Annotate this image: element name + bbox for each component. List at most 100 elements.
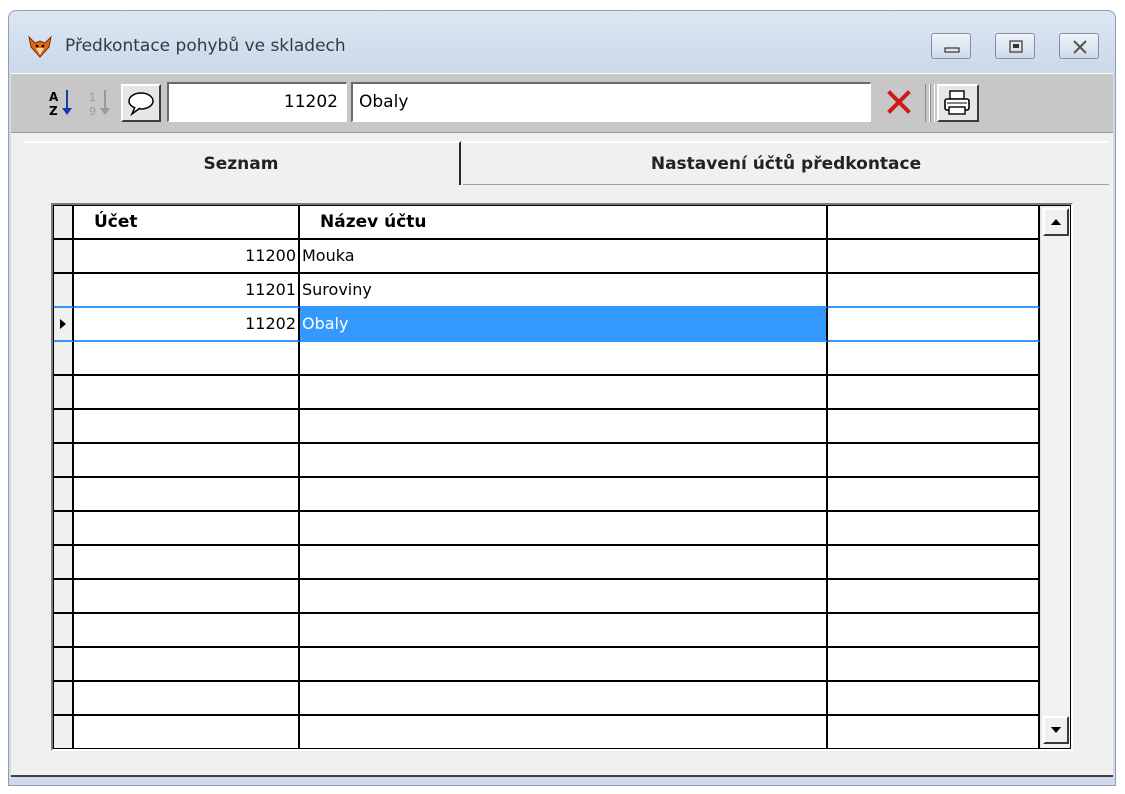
empty-cell[interactable] <box>828 444 1040 478</box>
scroll-up-button[interactable] <box>1043 208 1069 236</box>
table-row-empty[interactable] <box>54 580 1040 614</box>
empty-cell[interactable] <box>74 614 300 648</box>
empty-cell[interactable] <box>300 376 828 410</box>
toolbar: A Z 1 9 11202 Obaly <box>11 73 1113 133</box>
grid-header: Účet Název účtu <box>54 206 1040 240</box>
empty-cell[interactable] <box>74 478 300 512</box>
table-row-empty[interactable] <box>54 512 1040 546</box>
close-button[interactable] <box>1059 33 1099 59</box>
empty-cell[interactable] <box>74 444 300 478</box>
table-row-empty[interactable] <box>54 444 1040 478</box>
empty-cell[interactable] <box>300 648 828 682</box>
table-row-selected[interactable]: 11202 Obaly <box>54 308 1040 342</box>
empty-cell[interactable] <box>74 682 300 716</box>
table-row-empty[interactable] <box>54 410 1040 444</box>
delete-button[interactable] <box>879 84 919 122</box>
cell-nazev[interactable]: Obaly <box>300 308 828 342</box>
empty-cell[interactable] <box>828 716 1040 748</box>
empty-cell[interactable] <box>828 512 1040 546</box>
empty-cell[interactable] <box>828 648 1040 682</box>
row-indicator <box>54 410 74 444</box>
title-bar[interactable]: Předkontace pohybů ve skladech <box>9 11 1115 73</box>
account-number-field[interactable]: 11202 <box>167 82 347 122</box>
speech-bubble-icon <box>128 92 154 117</box>
scroll-down-button[interactable] <box>1043 716 1069 744</box>
sort-numeric-icon: 1 9 <box>89 90 110 118</box>
empty-cell[interactable] <box>74 580 300 614</box>
empty-cell[interactable] <box>300 342 828 376</box>
account-name-field[interactable]: Obaly <box>351 82 871 122</box>
client-area: A Z 1 9 11202 Obaly Seznam Nastavení účt… <box>11 73 1113 777</box>
empty-cell[interactable] <box>74 376 300 410</box>
svg-text:A: A <box>49 90 59 104</box>
empty-cell[interactable] <box>828 580 1040 614</box>
cell-extra[interactable] <box>828 274 1040 308</box>
empty-cell[interactable] <box>300 716 828 748</box>
empty-cell[interactable] <box>300 478 828 512</box>
cell-extra[interactable] <box>828 308 1040 342</box>
tab-seznam[interactable]: Seznam <box>23 141 461 185</box>
empty-cell[interactable] <box>74 648 300 682</box>
close-icon <box>1073 40 1087 54</box>
column-header-ucet[interactable]: Účet <box>74 206 300 240</box>
empty-cell[interactable] <box>74 546 300 580</box>
window-title: Předkontace pohybů ve skladech <box>65 36 346 56</box>
empty-cell[interactable] <box>828 376 1040 410</box>
svg-text:Z: Z <box>49 104 58 118</box>
empty-cell[interactable] <box>74 512 300 546</box>
empty-cell[interactable] <box>828 614 1040 648</box>
empty-cell[interactable] <box>74 410 300 444</box>
cell-nazev[interactable]: Suroviny <box>300 274 828 308</box>
table-row-empty[interactable] <box>54 716 1040 748</box>
header-indicator-cell <box>54 206 74 240</box>
vertical-scrollbar[interactable] <box>1040 206 1070 748</box>
empty-cell[interactable] <box>300 580 828 614</box>
empty-cell[interactable] <box>300 546 828 580</box>
empty-cell[interactable] <box>74 342 300 376</box>
empty-cell[interactable] <box>300 614 828 648</box>
empty-cell[interactable] <box>828 410 1040 444</box>
restore-icon <box>1009 40 1023 53</box>
cell-extra[interactable] <box>828 240 1040 274</box>
empty-cell[interactable] <box>828 342 1040 376</box>
row-indicator <box>54 716 74 748</box>
empty-cell[interactable] <box>828 478 1040 512</box>
table-row[interactable]: 11201 Suroviny <box>54 274 1040 308</box>
table-row-empty[interactable] <box>54 342 1040 376</box>
print-button[interactable] <box>937 84 979 122</box>
empty-cell[interactable] <box>828 682 1040 716</box>
row-indicator <box>54 274 74 308</box>
restore-button[interactable] <box>995 33 1035 59</box>
empty-cell[interactable] <box>300 512 828 546</box>
fox-icon <box>28 35 52 58</box>
minimize-button[interactable] <box>931 33 971 59</box>
comment-button[interactable] <box>121 84 161 122</box>
accounts-grid[interactable]: Účet Název účtu 11200 Mouka 11201 Surovi… <box>51 203 1073 751</box>
table-row[interactable]: 11200 Mouka <box>54 240 1040 274</box>
app-window: Předkontace pohybů ve skladech A Z 1 9 1… <box>8 10 1116 786</box>
row-indicator <box>54 376 74 410</box>
row-indicator <box>54 614 74 648</box>
tab-nastaveni-uctu[interactable]: Nastavení účtů předkontace <box>463 141 1109 185</box>
sort-az-button[interactable]: A Z <box>45 84 79 122</box>
cell-nazev[interactable]: Mouka <box>300 240 828 274</box>
empty-cell[interactable] <box>300 410 828 444</box>
cell-ucet[interactable]: 11202 <box>74 308 300 342</box>
table-row-empty[interactable] <box>54 648 1040 682</box>
empty-cell[interactable] <box>300 682 828 716</box>
column-header-nazev[interactable]: Název účtu <box>300 206 828 240</box>
sort-numeric-button[interactable]: 1 9 <box>83 84 117 122</box>
table-row-empty[interactable] <box>54 376 1040 410</box>
row-indicator <box>54 546 74 580</box>
cell-ucet[interactable]: 11201 <box>74 274 300 308</box>
table-row-empty[interactable] <box>54 478 1040 512</box>
row-indicator <box>54 648 74 682</box>
table-row-empty[interactable] <box>54 546 1040 580</box>
table-row-empty[interactable] <box>54 614 1040 648</box>
empty-cell[interactable] <box>74 716 300 748</box>
cell-ucet[interactable]: 11200 <box>74 240 300 274</box>
empty-cell[interactable] <box>828 546 1040 580</box>
empty-cell[interactable] <box>300 444 828 478</box>
column-header-extra[interactable] <box>828 206 1040 240</box>
table-row-empty[interactable] <box>54 682 1040 716</box>
